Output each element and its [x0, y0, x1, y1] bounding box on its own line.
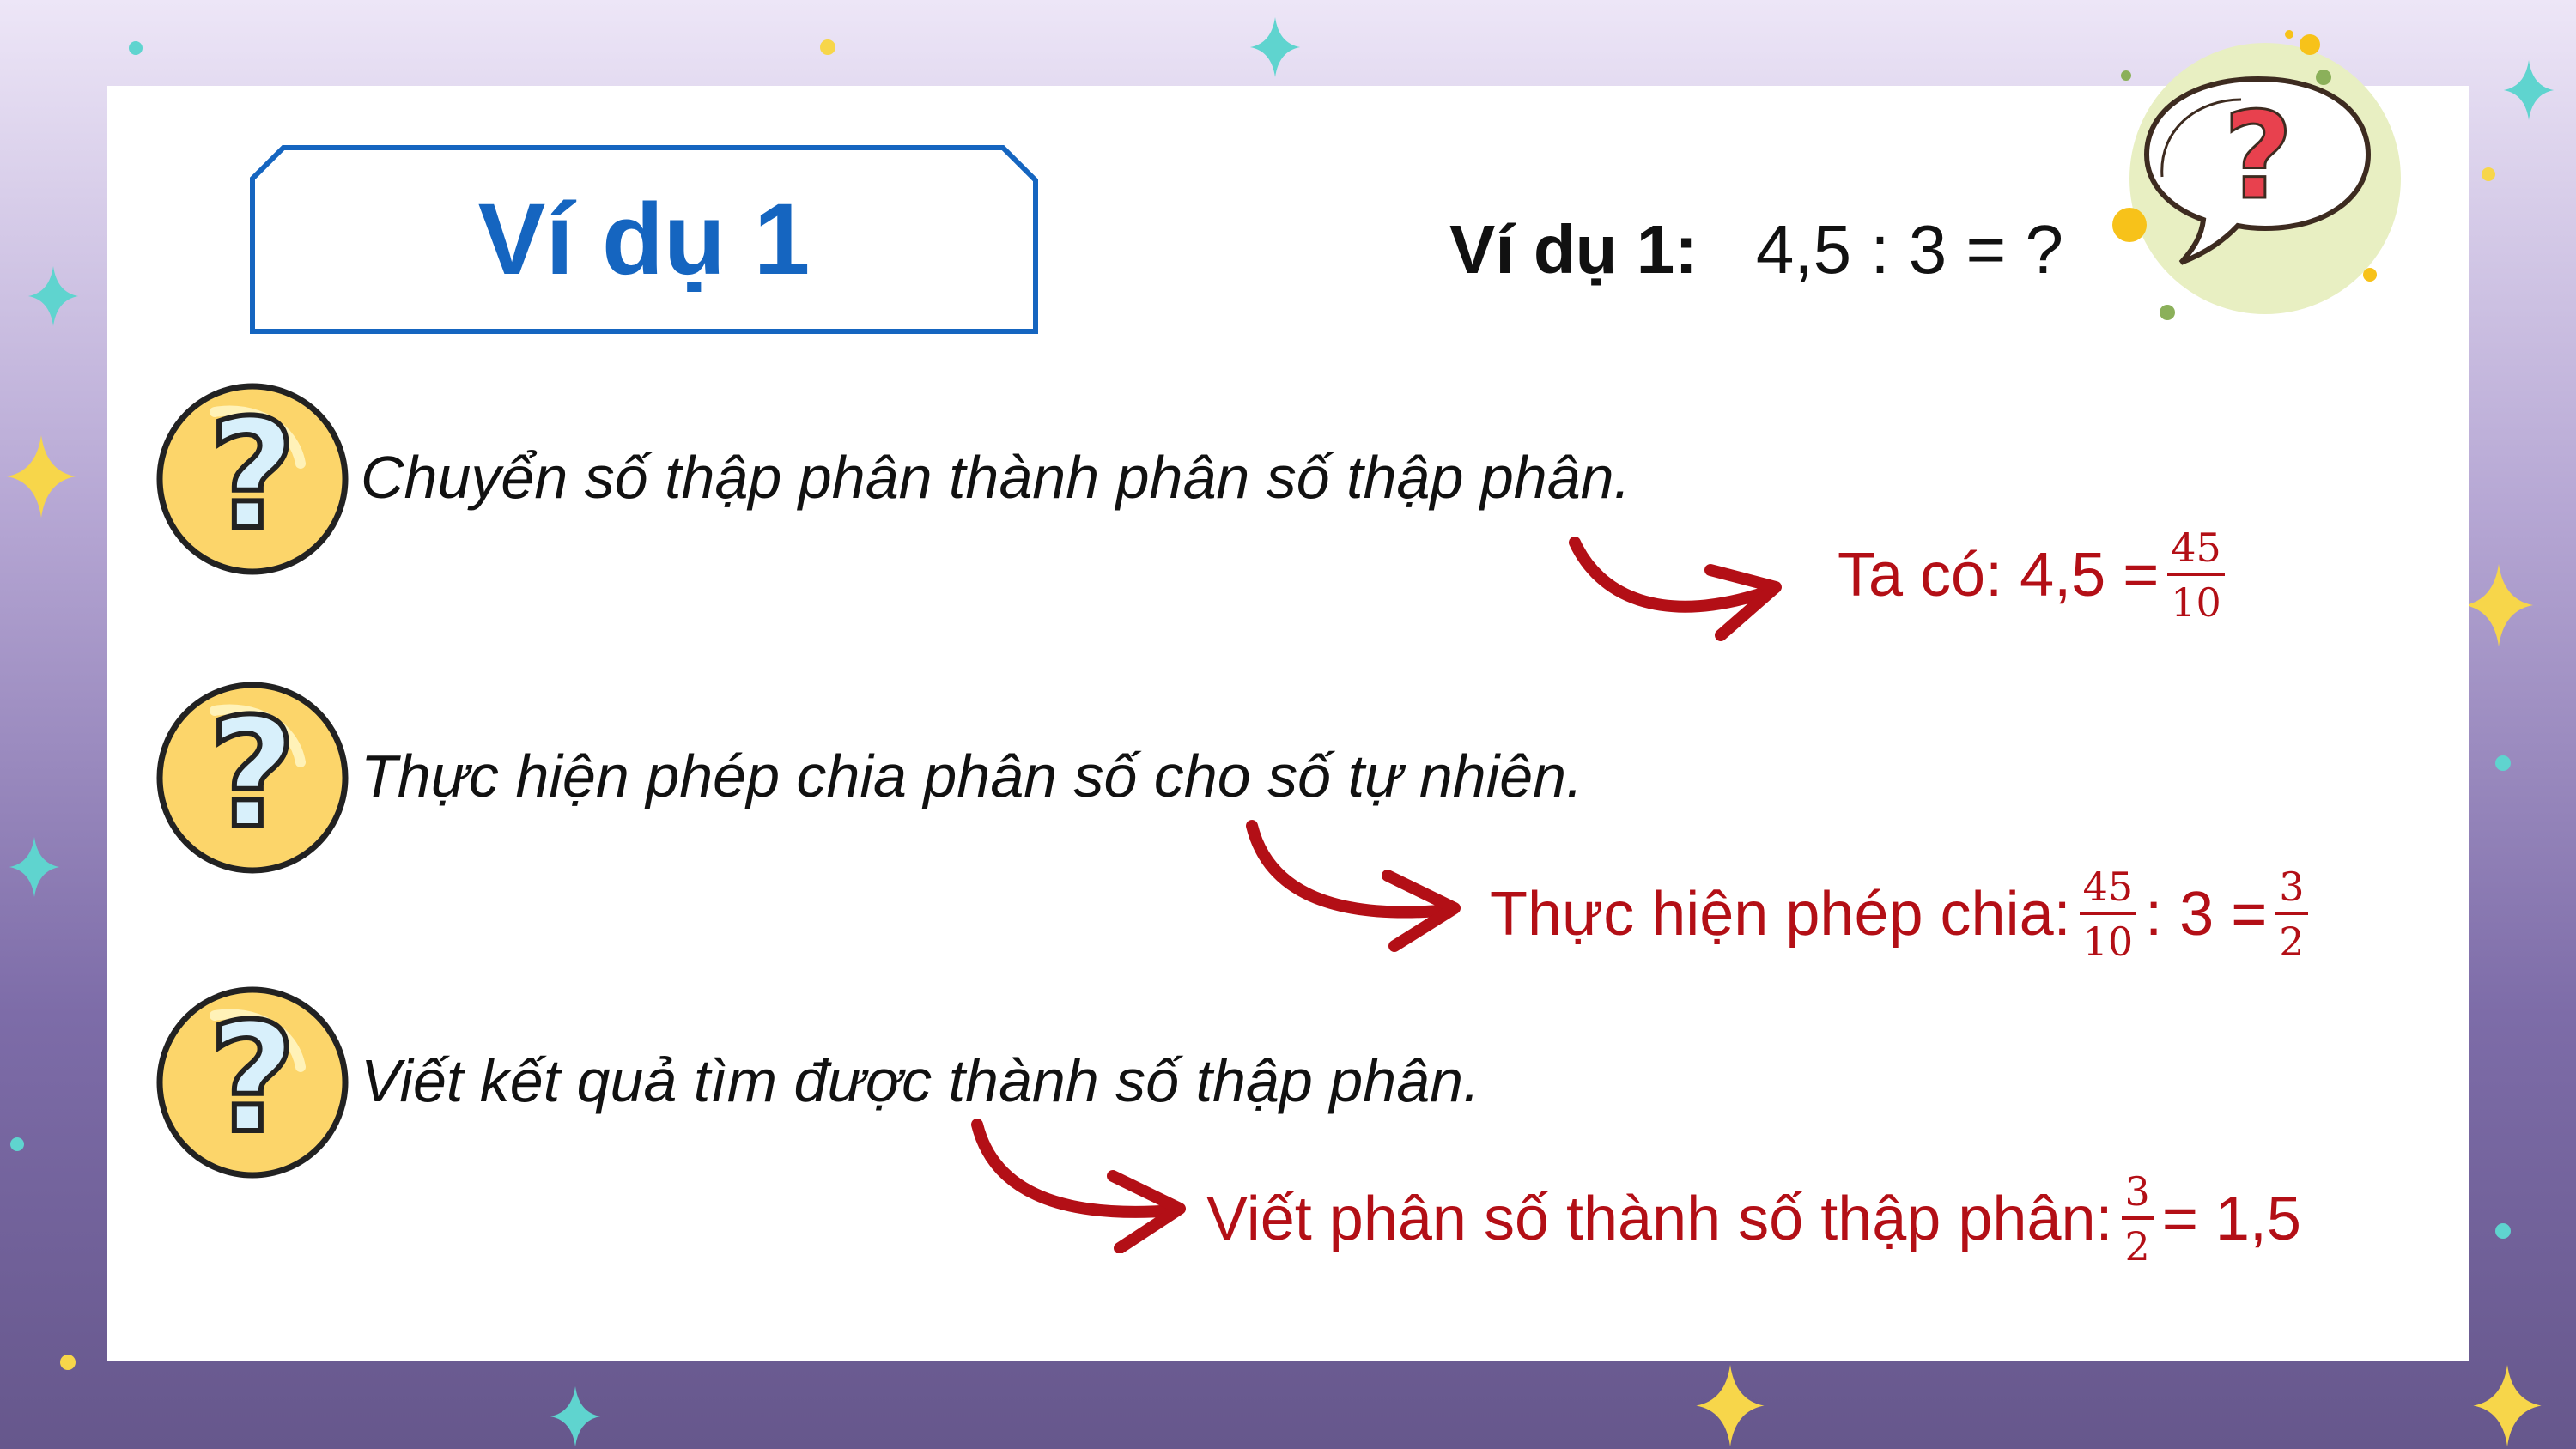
title-text: Ví dụ 1: [477, 183, 811, 296]
sparkle-icon: [2503, 60, 2555, 120]
svg-text:?: ?: [209, 991, 296, 1167]
sparkle-icon: [1249, 17, 1301, 77]
fraction: 45 10: [2167, 528, 2225, 622]
step-question: Viết kết quả tìm được thành số thập phân…: [361, 1047, 1480, 1114]
decor-dot: [2495, 1223, 2511, 1239]
decor-dot: [129, 41, 143, 55]
sparkle-icon: [27, 266, 79, 326]
decor-dot: [820, 39, 835, 55]
answer-operator: : 3 =: [2145, 880, 2268, 949]
answer-text: Viết phân số thành số thập phân:: [1206, 1185, 2113, 1253]
curved-arrow-icon: [1569, 537, 1782, 641]
sparkle-icon: [2464, 564, 2533, 646]
step-question: Thực hiện phép chia phân số cho số tự nh…: [361, 743, 1583, 809]
fraction: 45 10: [2079, 867, 2137, 961]
decor-dot: [10, 1137, 24, 1151]
example-heading: Ví dụ 1: 4,5 : 3 = ?: [1449, 210, 2063, 289]
question-mark-circle-icon: ?: [156, 383, 349, 575]
sparkle-icon: [7, 435, 76, 518]
decor-dot: [2482, 167, 2495, 181]
curved-arrow-icon: [1246, 820, 1461, 952]
svg-text:?: ?: [209, 686, 296, 862]
question-speech-bubble-icon: ?: [2112, 30, 2401, 320]
answer-text: Ta có: 4,5 =: [1838, 541, 2160, 609]
answer-result: = 1,5: [2161, 1185, 2301, 1253]
answer-text: Thực hiện phép chia:: [1490, 880, 2071, 949]
svg-text:?: ?: [2223, 87, 2293, 227]
decor-dot: [2495, 755, 2511, 771]
question-mark-circle-icon: ?: [156, 682, 349, 874]
curved-arrow-icon: [971, 1119, 1186, 1253]
sparkle-icon: [9, 837, 60, 897]
example-label: Ví dụ 1:: [1449, 211, 1698, 288]
fraction: 32: [2275, 867, 2308, 961]
sparkle-icon: [2473, 1365, 2542, 1446]
example-expression: 4,5 : 3 = ?: [1755, 211, 2063, 288]
sparkle-icon: [550, 1386, 601, 1446]
sparkle-icon: [1696, 1365, 1765, 1446]
decor-dot: [60, 1355, 76, 1370]
step-answer: Thực hiện phép chia: 45 10 : 3 = 32: [1490, 867, 2317, 961]
step-answer: Viết phân số thành số thập phân: 32 = 1,…: [1206, 1172, 2301, 1266]
step-answer: Ta có: 4,5 = 45 10: [1838, 528, 2233, 622]
step-question: Chuyển số thập phân thành phân số thập p…: [361, 444, 1631, 511]
question-mark-circle-icon: ?: [156, 986, 349, 1179]
title-box: Ví dụ 1: [249, 144, 1039, 335]
fraction: 32: [2121, 1172, 2154, 1266]
svg-text:?: ?: [209, 387, 296, 563]
